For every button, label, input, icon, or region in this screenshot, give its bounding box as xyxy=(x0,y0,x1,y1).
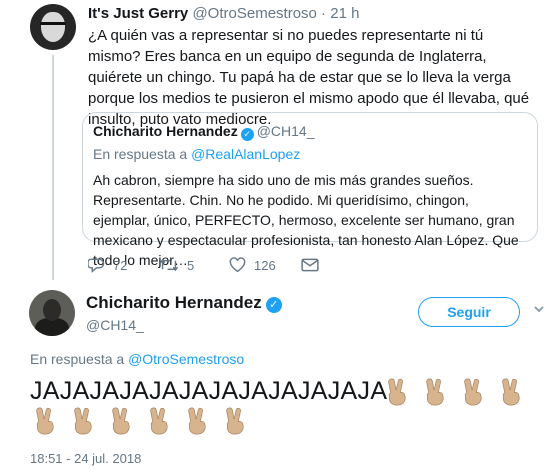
tweet1-author-name[interactable]: It's Just Gerry xyxy=(88,5,188,22)
verified-badge-icon: ✓ xyxy=(240,128,254,141)
reply-icon xyxy=(88,258,105,273)
victory-hand-emoji-icon xyxy=(188,407,206,435)
main-author-name-text: Chicharito Hernandez xyxy=(86,293,262,312)
victory-hand-emoji-icon xyxy=(388,378,406,406)
victory-hand-emoji-icon xyxy=(426,378,444,406)
main-reply-prefix: En respuesta a xyxy=(30,351,129,367)
emoji-row-1 xyxy=(383,377,535,407)
victory-hand-emoji-icon xyxy=(226,407,244,435)
quote-reply-link[interactable]: @RealAlanLopez xyxy=(191,146,300,162)
thread-line xyxy=(52,55,54,280)
reply-count: 72 xyxy=(113,257,128,273)
tweet1-header: It's Just Gerry @OtroSemestroso · 21 h xyxy=(88,5,359,22)
victory-hand-emoji-icon xyxy=(150,407,168,435)
chevron-down-icon[interactable] xyxy=(533,303,545,315)
main-reply-link[interactable]: @OtroSemestroso xyxy=(128,351,244,367)
heart-icon xyxy=(229,257,246,273)
emoji-row-2 xyxy=(31,406,259,436)
tweet1-author-handle[interactable]: @OtroSemestroso xyxy=(192,5,316,22)
retweet-count: 5 xyxy=(187,257,195,273)
quote-author-handle: @CH14_ xyxy=(256,123,315,139)
like-action[interactable]: 126 xyxy=(229,256,276,274)
quote-text: Ah cabron, siempre ha sido uno de mis má… xyxy=(93,172,519,268)
dm-action[interactable] xyxy=(301,256,327,274)
tweet1-time[interactable]: 21 h xyxy=(330,5,359,22)
quoted-tweet-card[interactable]: Chicharito Hernandez ✓ @CH14_ En respuesta… xyxy=(82,112,538,268)
victory-hand-emoji-icon xyxy=(502,378,520,406)
retweet-action[interactable]: 5 xyxy=(159,256,194,274)
victory-hand-emoji-icon xyxy=(112,407,130,435)
victory-hand-emoji-icon xyxy=(36,407,54,435)
tweet-timestamp[interactable]: 18:51 - 24 jul. 2018 xyxy=(30,451,141,466)
avatar-glasses xyxy=(40,22,66,31)
verified-badge-icon: ✓ xyxy=(265,297,282,313)
envelope-icon xyxy=(301,258,319,272)
quote-header: Chicharito Hernandez ✓ @CH14_ xyxy=(93,123,315,141)
quote-reply-context: En respuesta a @RealAlanLopez xyxy=(93,146,300,162)
tweet1-separator: · xyxy=(316,5,331,22)
main-author-name[interactable]: Chicharito Hernandez ✓ xyxy=(86,293,282,313)
like-count: 126 xyxy=(254,257,276,273)
main-reply-context: En respuesta a @OtroSemestroso xyxy=(30,351,244,367)
victory-hand-emoji-icon xyxy=(464,378,482,406)
main-author-handle[interactable]: @CH14_ xyxy=(86,317,144,333)
avatar-chicharito[interactable] xyxy=(29,290,75,336)
follow-button[interactable]: Seguir xyxy=(418,297,520,327)
quote-reply-prefix: En respuesta a xyxy=(93,146,192,162)
avatar-gerry[interactable] xyxy=(30,4,76,50)
quote-author-name: Chicharito Hernandez xyxy=(93,123,238,139)
victory-hand-emoji-icon xyxy=(74,407,92,435)
reply-action[interactable]: 72 xyxy=(88,256,127,274)
avatar-face xyxy=(43,299,61,321)
retweet-icon xyxy=(159,258,179,272)
main-tweet-text: JAJAJAJAJAJAJAJAJAJAJAJA xyxy=(30,377,388,405)
